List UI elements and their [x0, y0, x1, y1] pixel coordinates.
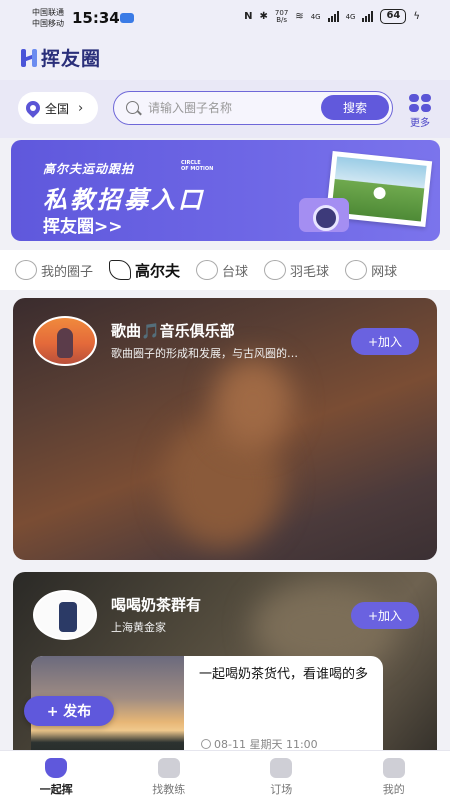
bluetooth-icon: ✱: [259, 11, 268, 22]
notification-icon: [120, 13, 134, 23]
bottom-nav: 一起挥 找教练 订场 我的: [0, 750, 450, 800]
nfc-icon: N: [244, 11, 253, 22]
app-header: 挥友圈: [0, 36, 450, 80]
profile-icon: [382, 758, 405, 778]
coach-icon: [157, 758, 180, 778]
chevron-right-icon: ›: [78, 100, 84, 116]
join-button[interactable]: +加入: [351, 328, 419, 355]
signal-bars-icon: [327, 11, 339, 22]
nav-book-venue[interactable]: 订场: [225, 751, 338, 800]
search-input[interactable]: [148, 99, 318, 117]
location-pin-icon: [23, 98, 43, 118]
signal-4g-1: 4G: [311, 13, 321, 21]
signal-bars-icon-2: [362, 11, 374, 22]
banner-brand-link: 挥友圈>>: [43, 217, 123, 237]
clock-icon: [201, 739, 211, 749]
search-box: 搜索: [113, 91, 393, 125]
search-row: 全国 › 搜索 更多: [0, 80, 450, 138]
status-bar: 中国联通 中国移动 15:34 N ✱ 707 B/s ≋ 4G 4G 64 ϟ: [0, 0, 450, 36]
circle-name: 歌曲🎵音乐俱乐部: [111, 322, 235, 340]
tab-billiards[interactable]: 台球: [196, 260, 248, 280]
logo-text: 挥友圈: [41, 48, 102, 70]
tab-golf[interactable]: 高尔夫: [109, 260, 180, 281]
nav-label: 订场: [270, 783, 293, 796]
circle-description: 上海黄金家: [111, 621, 166, 634]
circle-name: 喝喝奶茶群有: [111, 596, 202, 614]
nav-find-coach[interactable]: 找教练: [113, 751, 226, 800]
battery-indicator: 64: [380, 9, 407, 24]
coach-recruit-banner[interactable]: 高尔夫运动跟拍 CIRCLE OF MOTION 私教招募入口 挥友圈>>: [11, 140, 440, 241]
golf-club-icon: [109, 260, 132, 280]
tab-label: 高尔夫: [135, 261, 181, 280]
tab-badminton[interactable]: 羽毛球: [264, 260, 329, 280]
region-selector[interactable]: 全国 ›: [18, 92, 98, 124]
nav-home[interactable]: 一起挥: [0, 751, 113, 800]
tab-label: 我的圈子: [41, 264, 94, 280]
card-background-blur: [213, 358, 293, 448]
venue-icon: [270, 758, 293, 778]
camera-icon: [299, 198, 349, 232]
publish-button[interactable]: + 发布: [24, 696, 114, 726]
carrier-1: 中国联通: [32, 8, 64, 17]
network-speed-unit: B/s: [276, 15, 288, 24]
join-button[interactable]: +加入: [351, 602, 419, 629]
billiards-icon: [196, 260, 219, 280]
home-icon: [45, 758, 68, 778]
search-button[interactable]: 搜索: [321, 95, 389, 120]
status-time: 15:34: [72, 9, 120, 27]
banner-caption-line-2: OF MOTION: [181, 166, 214, 172]
system-icons: N ✱ 707 B/s ≋ 4G 4G 64 ϟ: [244, 9, 420, 24]
carrier-2: 中国移动: [32, 19, 64, 28]
nav-label: 我的: [382, 783, 405, 796]
circle-card[interactable]: 歌曲🎵音乐俱乐部 歌曲圈子的形成和发展，与古风圈的… +加入: [13, 298, 437, 560]
charging-icon: ϟ: [413, 11, 420, 22]
circle-avatar: [33, 590, 97, 640]
banner-subtitle: 高尔夫运动跟拍: [43, 162, 135, 176]
circle-card[interactable]: 喝喝奶茶群有 上海黄金家 +加入 一起喝奶茶货代，看谁喝的多 08-11 星期天…: [13, 572, 437, 772]
circle-description: 歌曲圈子的形成和发展，与古风圈的…: [111, 347, 298, 360]
nav-label: 一起挥: [39, 783, 73, 796]
nav-profile[interactable]: 我的: [338, 751, 450, 800]
tab-tennis[interactable]: 网球: [345, 260, 397, 280]
search-icon: [126, 101, 139, 114]
category-tabs: 我的圈子 高尔夫 台球 羽毛球 网球: [0, 250, 450, 290]
circle-icon: [15, 260, 37, 280]
app-logo: 挥友圈: [20, 44, 101, 71]
more-button[interactable]: 更多: [405, 94, 435, 129]
badminton-icon: [264, 260, 287, 280]
tab-label: 网球: [371, 264, 398, 280]
carrier-names: 中国联通 中国移动: [32, 7, 64, 29]
event-title: 一起喝奶茶货代，看谁喝的多: [199, 667, 369, 682]
signal-label-1: 4G: [310, 12, 321, 21]
more-label: 更多: [410, 118, 430, 129]
tab-label: 台球: [222, 264, 249, 280]
circle-avatar: [33, 316, 97, 366]
tennis-icon: [345, 260, 368, 280]
tab-my-circles[interactable]: 我的圈子: [15, 260, 93, 280]
grid-icon: [409, 94, 431, 112]
nav-label: 找教练: [152, 783, 186, 796]
wifi-icon: ≋: [295, 11, 304, 22]
banner-caption: CIRCLE OF MOTION: [181, 160, 213, 172]
logo-mark-icon: [20, 48, 38, 68]
tab-label: 羽毛球: [290, 264, 330, 280]
network-speed: 707 B/s: [275, 9, 288, 24]
region-label: 全国: [45, 101, 70, 116]
signal-4g-2: 4G: [346, 13, 356, 21]
banner-title: 私教招募入口: [43, 186, 205, 214]
signal-label-2: 4G: [345, 12, 356, 21]
